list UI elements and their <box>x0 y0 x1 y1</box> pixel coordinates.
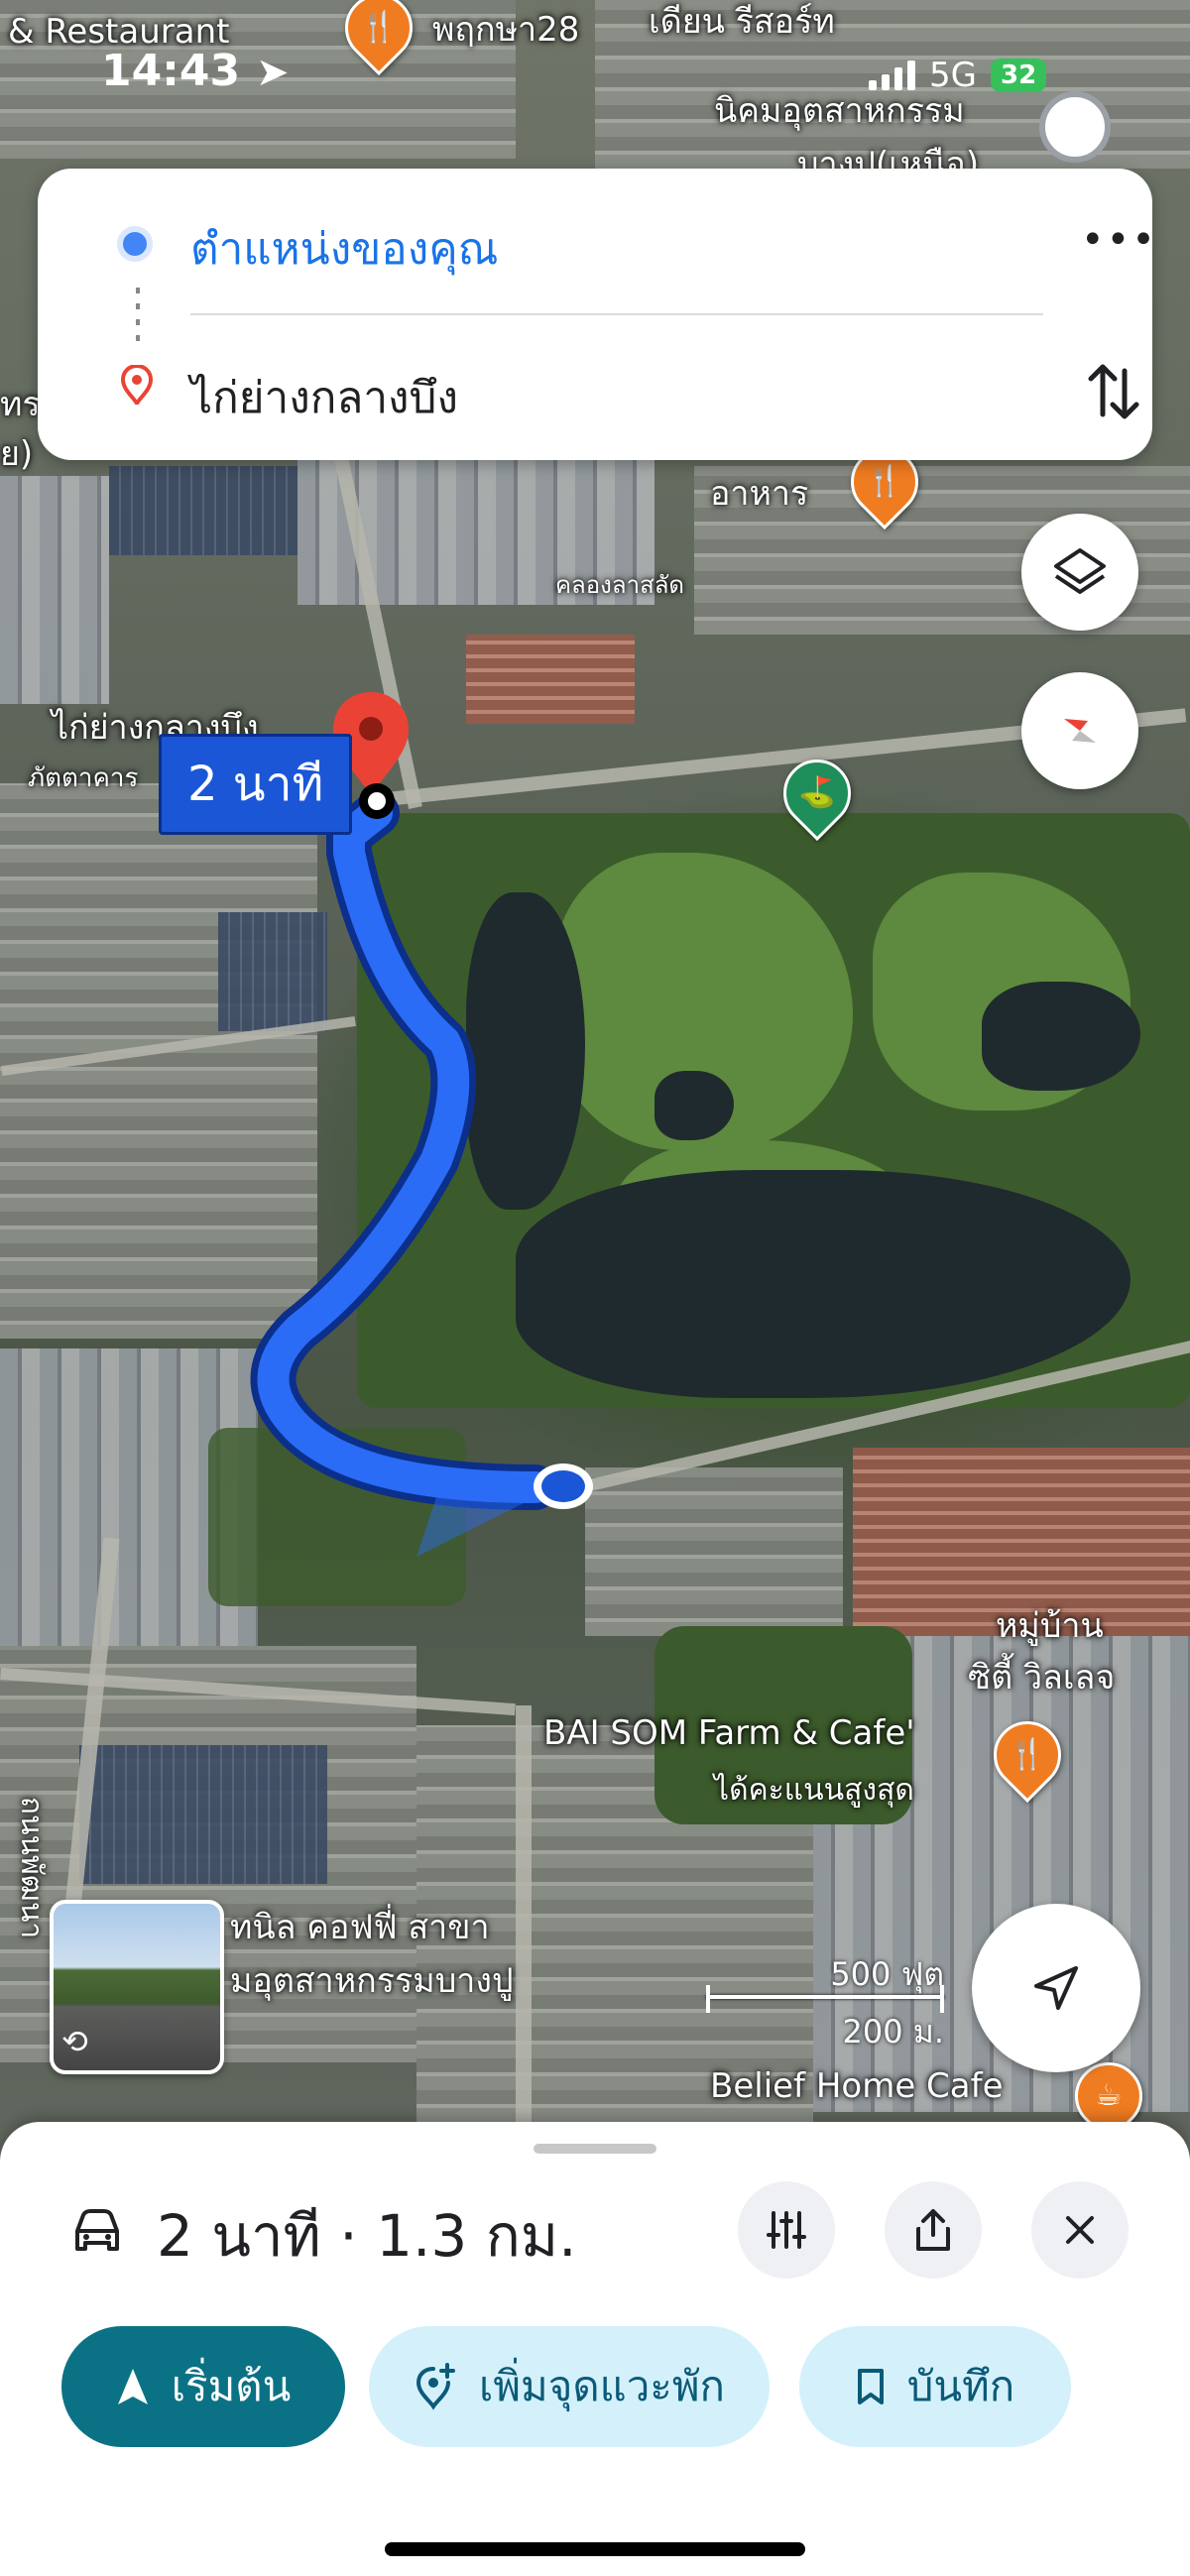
compass-button[interactable] <box>1021 672 1138 789</box>
origin-marker <box>534 1464 593 1509</box>
location-arrow-icon: ➤ <box>256 50 290 95</box>
signal-icon <box>869 60 915 90</box>
car-icon <box>75 2209 119 2251</box>
status-indicators: 5G 32 <box>869 56 1047 95</box>
divider <box>190 313 1043 315</box>
layers-button[interactable] <box>1021 514 1138 631</box>
layers-icon <box>1054 548 1106 594</box>
close-button[interactable] <box>1031 2181 1129 2279</box>
origin-field[interactable]: ตำแหน่งของคุณ <box>190 214 498 284</box>
origin-dot-icon <box>541 1470 585 1502</box>
location-marker-icon <box>1039 91 1111 163</box>
route-options-button[interactable] <box>738 2181 835 2279</box>
status-time: 14:43 <box>101 46 241 96</box>
save-label: บันทึก <box>906 2362 1015 2410</box>
save-button[interactable]: บันทึก <box>799 2326 1071 2447</box>
origin-dot-icon <box>117 226 153 262</box>
scale-imperial: 500 ฟุต <box>830 1955 944 1993</box>
destination-pin-icon <box>121 365 153 405</box>
route-connector <box>136 288 140 347</box>
navigation-arrow-icon <box>1034 1966 1078 2010</box>
sheet-handle[interactable] <box>534 2144 656 2154</box>
add-stop-button[interactable]: เพิ่มจุดแวะพัก <box>369 2326 770 2447</box>
battery-indicator: 32 <box>990 59 1047 92</box>
scale-metric: 200 ม. <box>842 2013 944 2050</box>
route-duration-label[interactable]: 2 นาที <box>159 734 353 835</box>
bottom-sheet: 2 นาที · 1.3 กม. เริ่มต้น เพิ่มจุดแวะพัก <box>0 2122 1190 2576</box>
rotate-icon: ⟲ <box>61 2023 88 2060</box>
tune-icon <box>767 2211 806 2249</box>
route-summary: 2 นาที · 1.3 กม. <box>157 2202 577 2270</box>
close-icon <box>1066 2216 1094 2244</box>
map-scale: 500 ฟุต 200 ม. <box>706 1949 944 2050</box>
start-button[interactable]: เริ่มต้น <box>61 2326 345 2447</box>
scale-bar <box>706 1995 944 1999</box>
add-stop-label: เพิ่มจุดแวะพัก <box>479 2362 725 2410</box>
route-card: ตำแหน่งของคุณ ไก่ย่างกลางบึง ••• <box>38 169 1155 460</box>
add-location-icon <box>416 2363 456 2410</box>
scale-tick <box>706 1985 710 2013</box>
street-view-thumbnail[interactable]: ⟲ <box>50 1900 224 2074</box>
recenter-button[interactable] <box>972 1904 1140 2072</box>
network-label: 5G <box>929 56 977 95</box>
share-button[interactable] <box>885 2181 982 2279</box>
bookmark-icon <box>857 2369 884 2404</box>
compass-icon <box>1064 719 1096 743</box>
navigation-arrow-icon <box>117 2369 148 2404</box>
swap-direction-icon[interactable] <box>1079 357 1148 426</box>
more-options-button[interactable]: ••• <box>1081 220 1155 280</box>
share-icon <box>916 2209 950 2251</box>
start-button-label: เริ่มต้น <box>171 2362 292 2410</box>
home-indicator[interactable] <box>385 2542 805 2556</box>
destination-field[interactable]: ไก่ย่างกลางบึง <box>190 363 458 432</box>
